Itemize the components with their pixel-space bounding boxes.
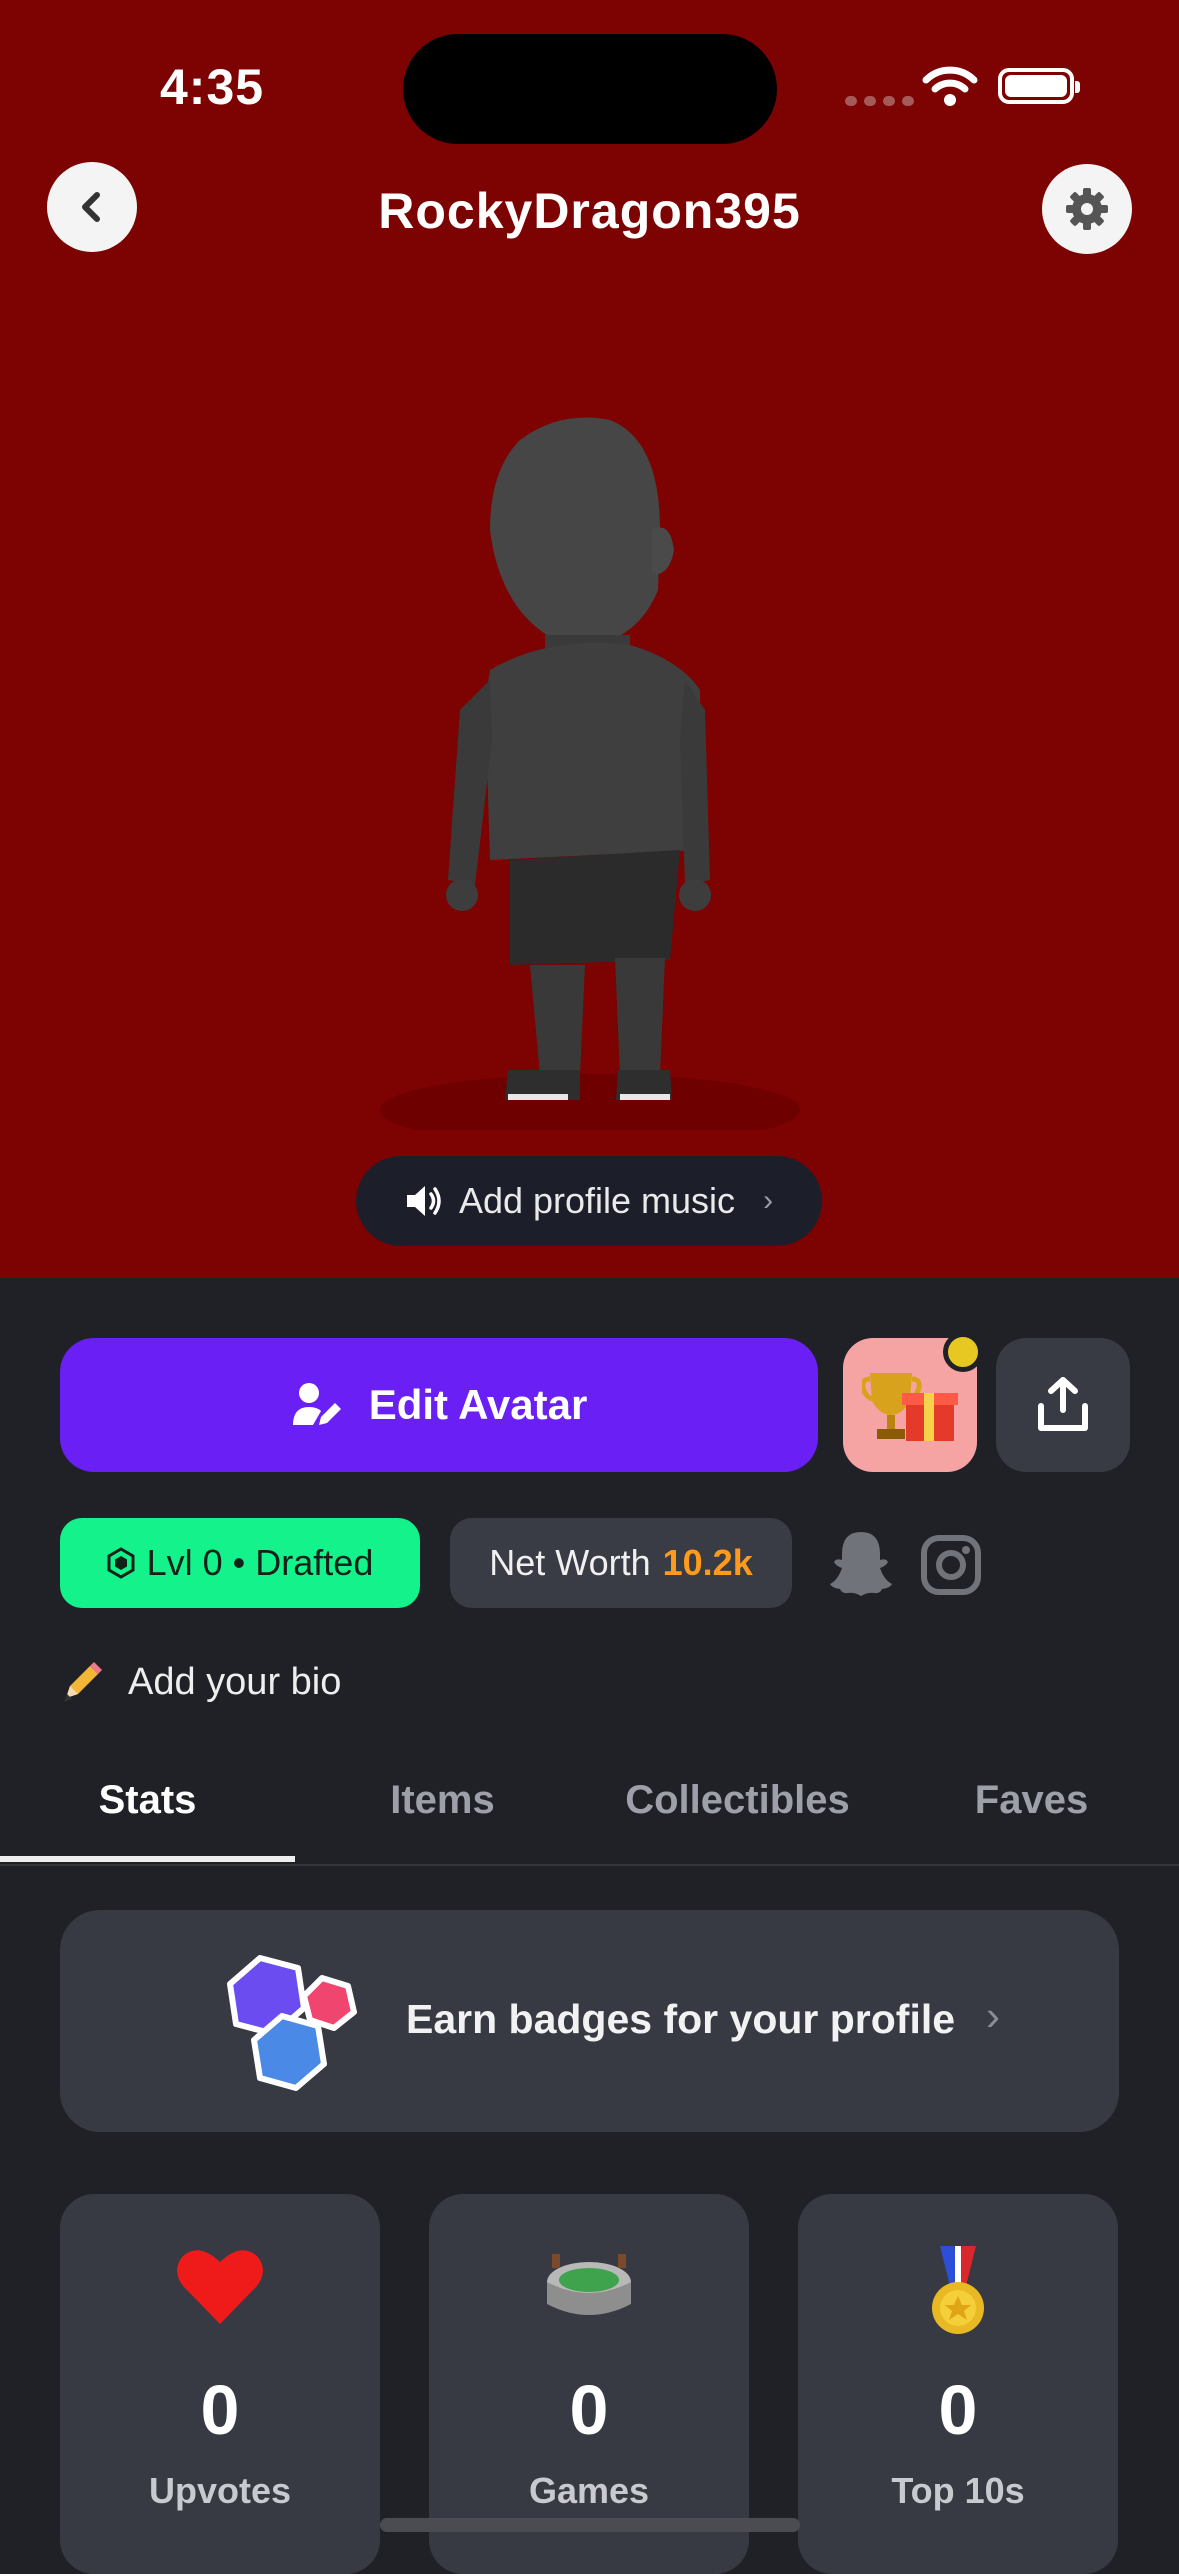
net-worth-label: Net Worth [489,1542,651,1583]
person-edit-icon [292,1383,341,1425]
home-indicator [380,2518,800,2532]
stat-card-games[interactable]: 0 Games [429,2194,749,2574]
battery-icon [998,68,1080,104]
stat-value: 0 [200,2371,240,2449]
stadium-icon [547,2254,631,2315]
add-bio-label: Add your bio [128,1660,342,1703]
stat-card-upvotes[interactable]: 0 Upvotes [60,2194,380,2574]
edit-avatar-label: Edit Avatar [368,1381,588,1428]
wifi-icon [922,66,978,106]
pencil-icon [64,1662,102,1702]
avatar-figure[interactable] [380,410,800,1130]
profile-tabs: Stats Items Collectibles Faves [0,1764,1179,1866]
instagram-icon[interactable] [920,1534,982,1596]
settings-button[interactable] [1042,164,1132,254]
level-label: Lvl 0 • Drafted [146,1542,374,1583]
status-time: 4:35 [160,59,265,115]
level-gem-icon [107,1547,135,1579]
earn-badges-card[interactable]: Earn badges for your profile › [60,1910,1119,2132]
medal-icon [932,2246,984,2334]
stat-label: Top 10s [891,2470,1025,2511]
edit-avatar-button[interactable]: Edit Avatar [60,1338,818,1472]
gear-icon [1066,188,1108,230]
chevron-right-icon: › [763,1184,774,1217]
profile-username: RockyDragon395 [378,183,801,239]
tab-stats[interactable]: Stats [0,1764,295,1864]
tab-collectibles[interactable]: Collectibles [590,1764,885,1864]
stat-value: 0 [938,2371,978,2449]
notification-dot [943,1332,983,1372]
stat-card-top-10s[interactable]: 0 Top 10s [798,2194,1118,2574]
tab-items[interactable]: Items [295,1764,590,1864]
share-button[interactable] [996,1338,1130,1472]
badges-icon [227,1955,357,2091]
add-profile-music-label: Add profile music [458,1180,736,1221]
stat-value: 0 [569,2371,609,2449]
stat-label: Games [528,2470,650,2511]
add-profile-music-button[interactable]: Add profile music › [356,1156,822,1246]
trophy-gift-icon [862,1373,958,1441]
cellular-signal-icon [845,96,914,106]
share-icon [1038,1377,1088,1431]
tab-faves[interactable]: Faves [884,1764,1179,1864]
speaker-icon [406,1186,441,1216]
chevron-right-icon: › [986,1992,1000,2039]
add-bio-button[interactable]: Add your bio [60,1660,341,1704]
heart-icon [177,2250,263,2324]
stat-label: Upvotes [148,2470,292,2511]
active-tab-indicator [0,1856,295,1862]
snapchat-icon[interactable] [828,1528,894,1598]
dynamic-island [403,34,777,144]
net-worth-badge[interactable]: Net Worth 10.2k [450,1518,792,1608]
earn-badges-label: Earn badges for your profile [406,1996,956,2042]
level-badge[interactable]: Lvl 0 • Drafted [60,1518,420,1608]
net-worth-value: 10.2k [662,1542,753,1583]
